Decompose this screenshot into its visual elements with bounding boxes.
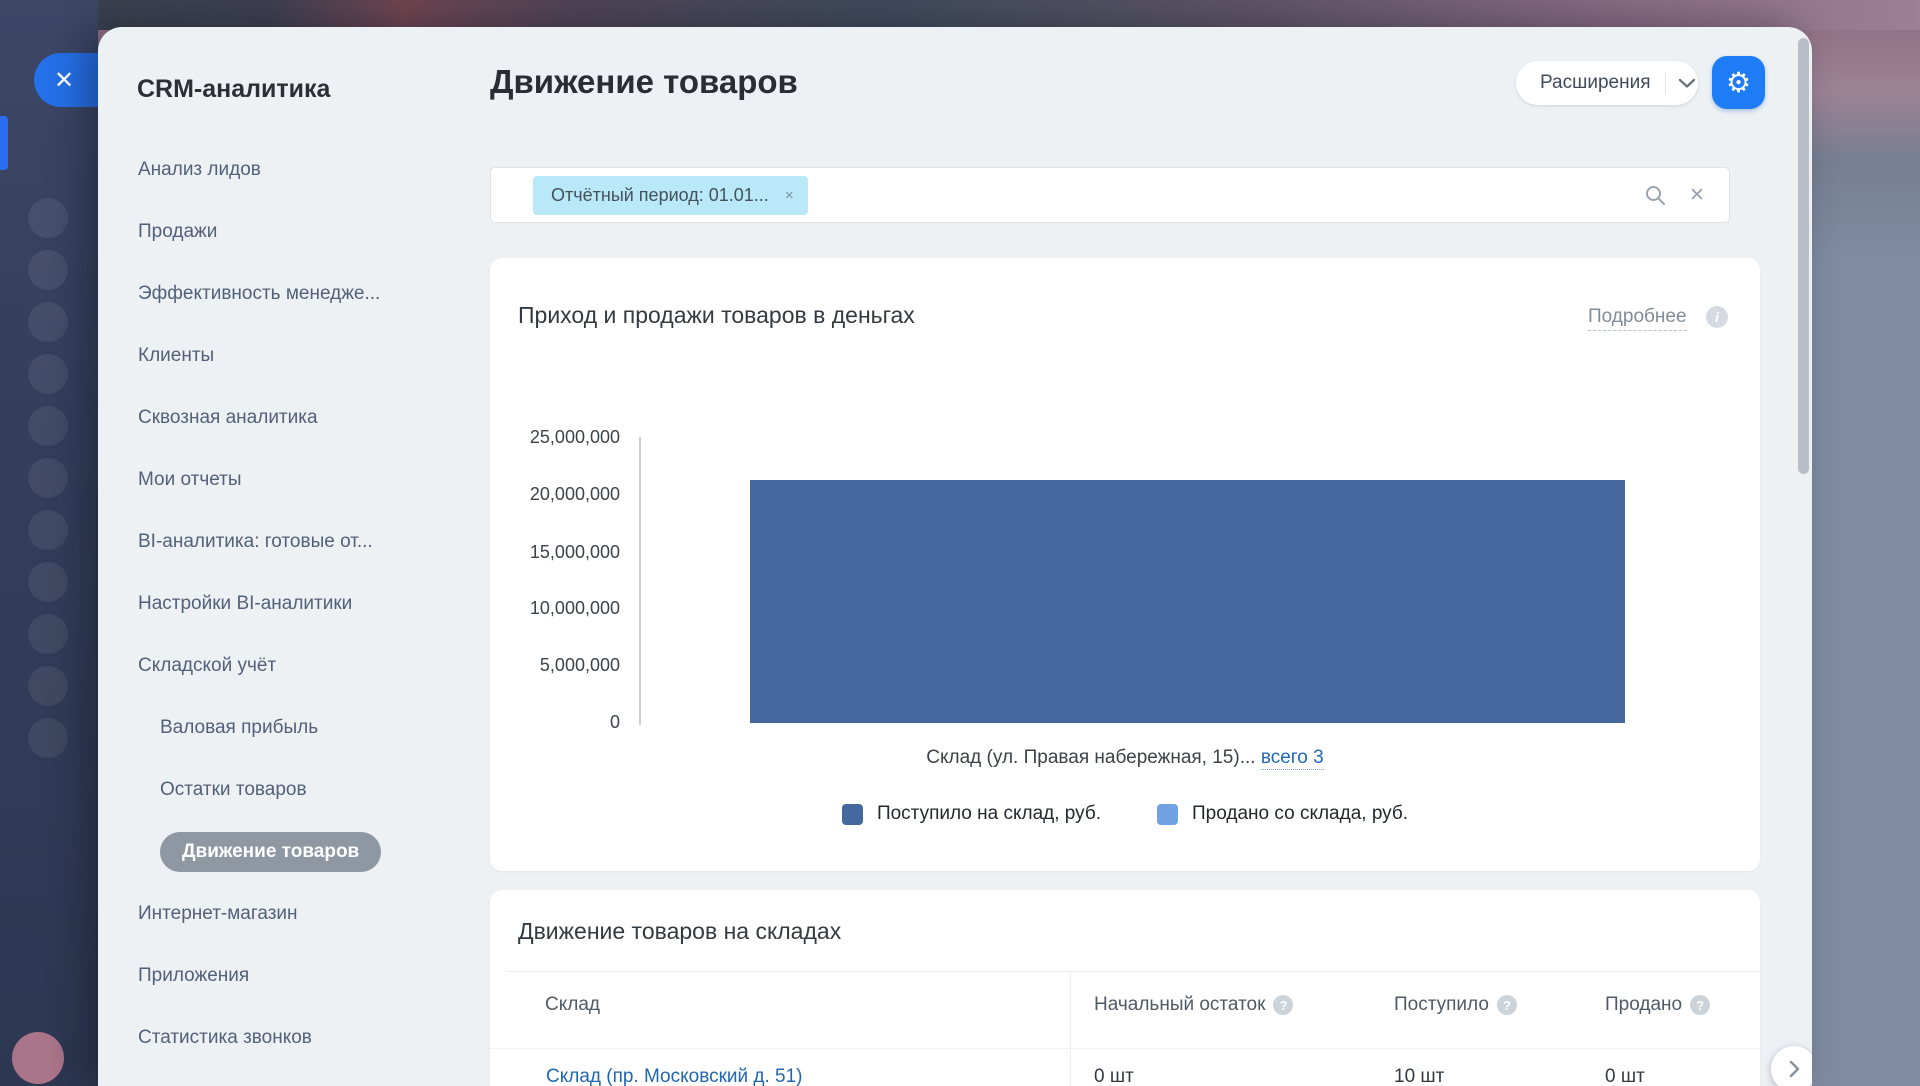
legend-item-sold: Продано со склада, руб. (1157, 803, 1408, 825)
sidebar-item-manager-efficiency[interactable]: Эффективность менедже... (138, 263, 488, 325)
table-title: Движение товаров на складах (518, 918, 841, 945)
sidebar-item-bi-analytics[interactable]: BI-аналитика: готовые от... (138, 511, 488, 573)
y-tick: 0 (490, 711, 620, 733)
table-row-initial-value: 0 шт (1094, 1066, 1134, 1086)
details-link[interactable]: Подробнее (1588, 306, 1687, 331)
legend-label: Продано со склада, руб. (1192, 803, 1408, 825)
remove-tag-icon[interactable]: × (785, 187, 794, 204)
extensions-label: Расширения (1516, 72, 1651, 94)
avatar (12, 1032, 64, 1084)
sidebar-item-call-statistics[interactable]: Статистика звонков (138, 1007, 488, 1069)
search-icon[interactable] (1643, 183, 1667, 207)
filter-search-bar[interactable]: Отчётный период: 01.01... × ✕ (490, 167, 1730, 223)
sidebar-item-apps[interactable]: Приложения (138, 945, 488, 1007)
table-row-warehouse-link[interactable]: Склад (пр. Московский д. 51) (546, 1066, 803, 1086)
sidebar: Анализ лидов Продажи Эффективность менед… (138, 139, 488, 1069)
background-menu-icon (28, 302, 68, 342)
button-separator (1665, 72, 1666, 94)
legend-item-received: Поступило на склад, руб. (842, 803, 1101, 825)
sidebar-item-my-reports[interactable]: Мои отчеты (138, 449, 488, 511)
chart-legend: Поступило на склад, руб. Продано со скла… (490, 803, 1760, 825)
background-menu-icon (28, 614, 68, 654)
y-tick: 25,000,000 (490, 426, 620, 448)
close-icon: ✕ (54, 66, 74, 95)
panel-title: CRM-аналитика (137, 75, 330, 104)
sidebar-item-bi-settings[interactable]: Настройки BI-аналитики (138, 573, 488, 635)
background-menu-icon (28, 354, 68, 394)
filter-tag-label: Отчётный период: 01.01... (551, 185, 769, 206)
divider (506, 971, 1760, 972)
table-scroll-right-button[interactable] (1771, 1046, 1812, 1086)
sidebar-item-online-store[interactable]: Интернет-магазин (138, 883, 488, 945)
table-row-sold-value: 0 шт (1605, 1066, 1645, 1086)
info-icon[interactable]: i (1706, 306, 1728, 328)
sidebar-item-lead-analysis[interactable]: Анализ лидов (138, 139, 488, 201)
legend-label: Поступило на склад, руб. (877, 803, 1101, 825)
total-warehouses-link[interactable]: всего 3 (1261, 747, 1324, 770)
page-title: Движение товаров (490, 63, 798, 101)
background-app-sidebar (0, 0, 98, 1086)
sidebar-item-stock-balance[interactable]: Остатки товаров (138, 759, 488, 821)
chevron-down-icon[interactable] (1678, 77, 1696, 89)
column-divider (1070, 971, 1071, 1086)
help-icon[interactable]: ? (1273, 995, 1293, 1015)
sidebar-item-goods-movement[interactable]: Движение товаров (138, 821, 488, 883)
column-header-initial: Начальный остаток ? (1094, 994, 1293, 1016)
background-menu-icon (28, 562, 68, 602)
crm-analytics-panel: CRM-аналитика Анализ лидов Продажи Эффек… (98, 27, 1812, 1086)
gear-icon: ⚙ (1726, 69, 1751, 97)
help-icon[interactable]: ? (1497, 995, 1517, 1015)
y-tick: 15,000,000 (490, 541, 620, 563)
chart-title: Приход и продажи товаров в деньгах (518, 302, 915, 329)
column-header-warehouse: Склад (545, 994, 600, 1016)
category-label: Склад (ул. Правая набережная, 15)... (926, 747, 1255, 768)
sidebar-item-gross-profit[interactable]: Валовая прибыль (138, 697, 488, 759)
settings-button[interactable]: ⚙ (1712, 56, 1765, 109)
y-tick: 5,000,000 (490, 654, 620, 676)
clear-filter-icon[interactable]: ✕ (1685, 183, 1709, 207)
bar-received-on-warehouse[interactable] (750, 480, 1625, 723)
background-active-indicator (0, 116, 8, 170)
background-menu-icon (28, 510, 68, 550)
active-item-pill: Движение товаров (160, 832, 381, 872)
y-axis-line (639, 437, 641, 725)
chart-card: Приход и продажи товаров в деньгах Подро… (490, 258, 1760, 871)
x-axis-category: Склад (ул. Правая набережная, 15)... все… (490, 747, 1760, 769)
background-menu-icon (28, 198, 68, 238)
background-menu-icon (28, 718, 68, 758)
sidebar-item-warehouse-accounting[interactable]: Складской учёт (138, 635, 488, 697)
y-tick: 10,000,000 (490, 597, 620, 619)
column-header-sold: Продано ? (1605, 994, 1710, 1016)
background-top-strip (0, 0, 1920, 30)
background-menu-icon (28, 406, 68, 446)
sidebar-item-end-to-end-analytics[interactable]: Сквозная аналитика (138, 387, 488, 449)
vertical-scrollbar[interactable] (1798, 38, 1809, 474)
background-menu-icon (28, 458, 68, 498)
warehouse-movement-table-card: Движение товаров на складах Склад Началь… (490, 890, 1760, 1086)
help-icon[interactable]: ? (1690, 995, 1710, 1015)
table-row-received-value: 10 шт (1394, 1066, 1444, 1086)
y-tick: 20,000,000 (490, 483, 620, 505)
sidebar-item-sales[interactable]: Продажи (138, 201, 488, 263)
background-menu-icon (28, 666, 68, 706)
column-header-received: Поступило ? (1394, 994, 1517, 1016)
filter-tag-report-period[interactable]: Отчётный период: 01.01... × (533, 176, 808, 215)
sidebar-item-clients[interactable]: Клиенты (138, 325, 488, 387)
legend-swatch-received (842, 804, 863, 825)
row-divider (490, 1048, 1760, 1049)
legend-swatch-sold (1157, 804, 1178, 825)
extensions-button[interactable]: Расширения (1516, 61, 1698, 105)
filter-icons: ✕ (1643, 168, 1709, 222)
background-menu-icon (28, 250, 68, 290)
